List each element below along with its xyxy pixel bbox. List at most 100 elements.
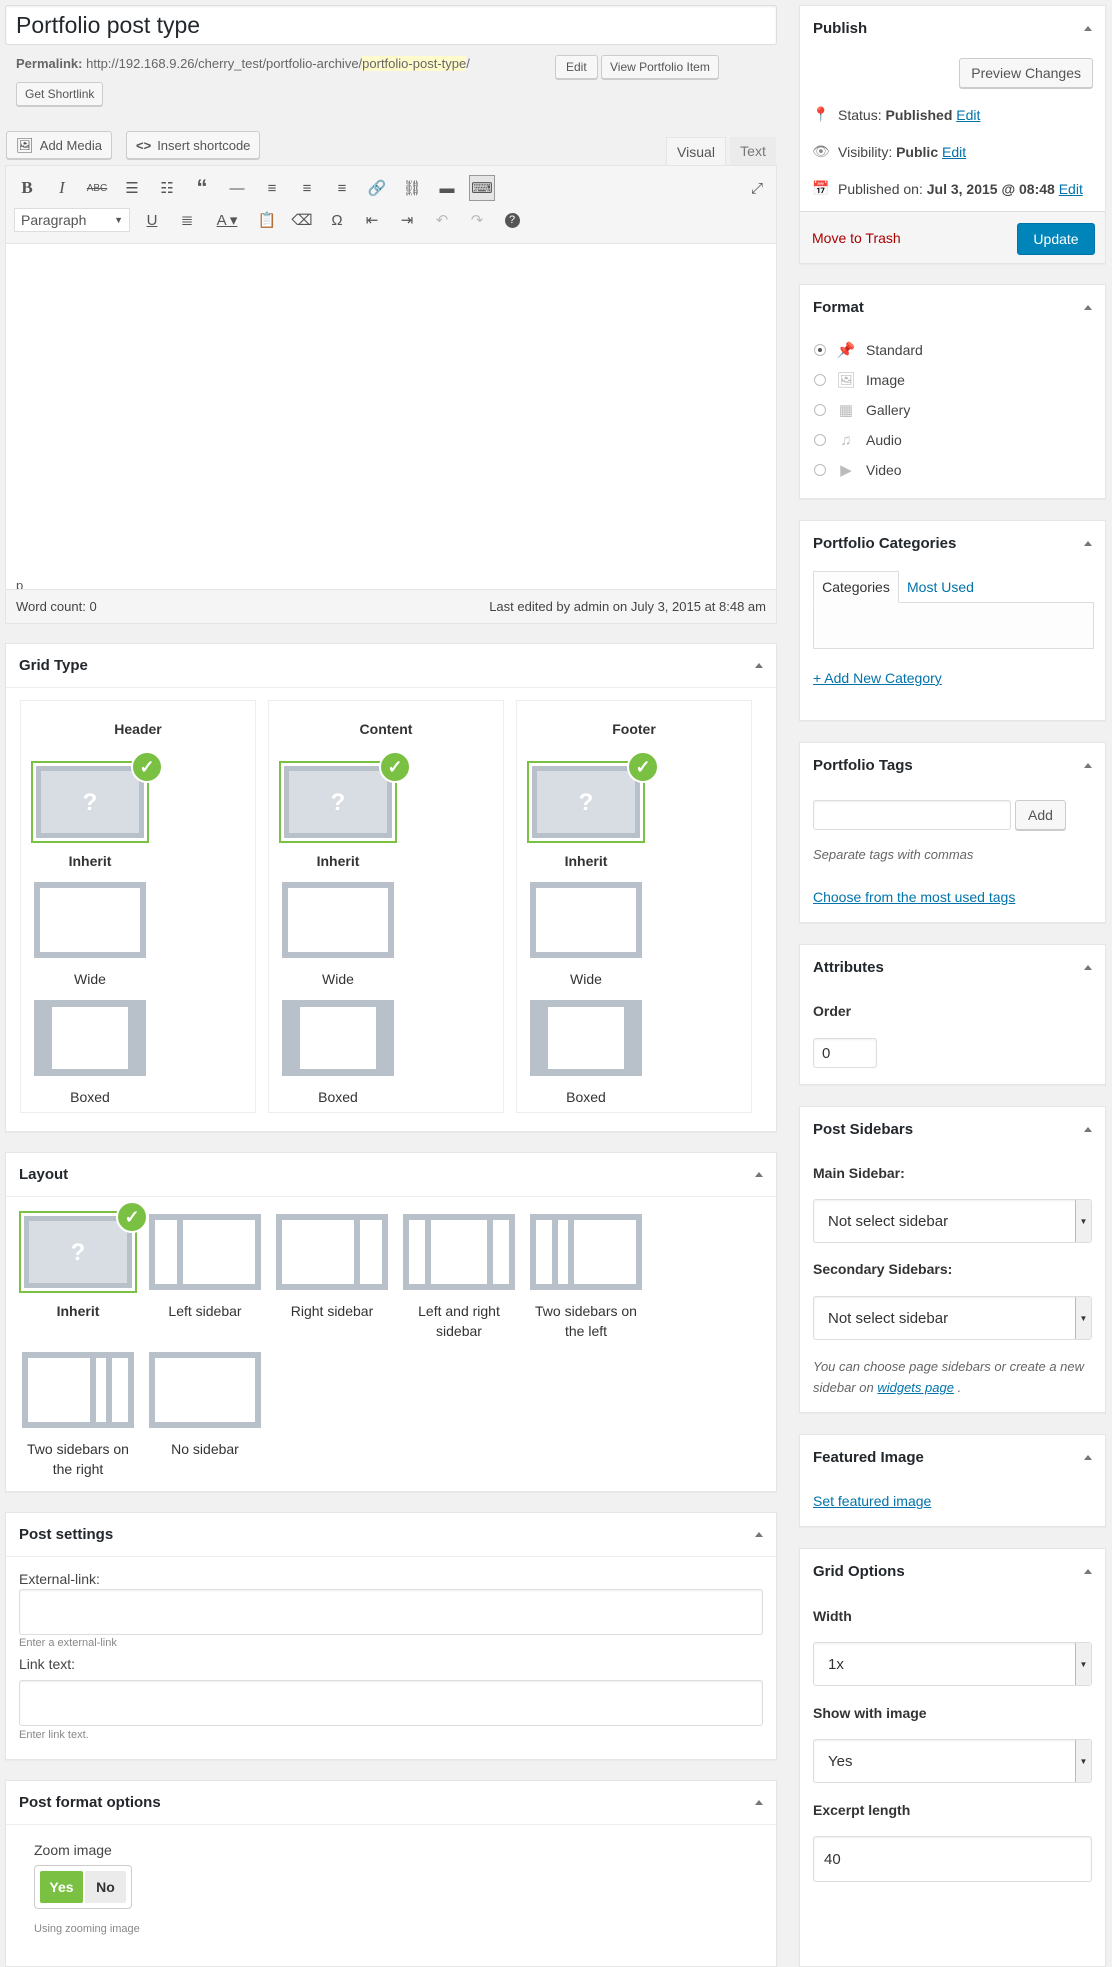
layout-option-tworight[interactable] [19,1349,137,1431]
align-left-icon[interactable]: ≡ [259,175,285,201]
width-select[interactable]: 1x ▼ [813,1642,1092,1686]
zoom-image-switch[interactable]: Yes No [34,1865,132,1909]
link-icon[interactable]: 🔗 [364,175,390,201]
set-featured-image-link[interactable]: Set featured image [813,1493,931,1509]
format-header[interactable]: Format [800,285,1105,329]
toolbar-toggle-icon[interactable]: ⌨ [469,175,495,201]
format-radio[interactable] [814,374,826,386]
fullscreen-icon[interactable]: ⤢ [744,175,770,201]
layout-option-twoleft[interactable] [527,1211,645,1293]
grid-option-boxed[interactable] [527,997,645,1079]
paragraph-select[interactable]: Paragraph ▼ [14,208,130,232]
edit-status-link[interactable]: Edit [956,107,980,123]
collapse-icon[interactable] [755,1532,763,1537]
collapse-icon[interactable] [1084,25,1092,31]
choose-tags-link[interactable]: Choose from the most used tags [813,889,1015,905]
text-color-icon[interactable]: A ▾ [209,207,245,233]
format-radio[interactable] [814,434,826,446]
grid-options-header[interactable]: Grid Options [800,1549,1105,1593]
title-input[interactable]: Portfolio post type [5,5,777,45]
collapse-icon[interactable] [1084,964,1092,970]
grid-option-wide[interactable] [527,879,645,961]
redo-icon[interactable]: ↷ [464,207,490,233]
add-media-button[interactable]: 🖼 Add Media [6,131,112,159]
horizontal-line-icon[interactable]: — [224,175,250,201]
blockquote-icon[interactable]: “ [189,175,215,201]
tab-most-used[interactable]: Most Used [907,579,974,595]
post-settings-header[interactable]: Post settings [6,1513,776,1557]
secondary-sidebar-select[interactable]: Not select sidebar ▼ [813,1296,1092,1340]
order-input[interactable]: 0 [813,1038,877,1068]
grid-type-header[interactable]: Grid Type [6,644,776,688]
format-option-image[interactable]: 🖼 Image [814,365,923,395]
collapse-icon[interactable] [755,1800,763,1805]
format-radio[interactable] [814,344,826,356]
tags-input[interactable] [813,800,1011,830]
insert-shortcode-button[interactable]: <> Insert shortcode [126,131,261,159]
main-sidebar-select[interactable]: Not select sidebar ▼ [813,1199,1092,1243]
tab-visual[interactable]: Visual [666,137,726,165]
format-option-video[interactable]: ▶ Video [814,455,923,485]
edit-date-link[interactable]: Edit [1059,181,1083,197]
undo-icon[interactable]: ↶ [429,207,455,233]
view-portfolio-button[interactable]: View Portfolio Item [601,55,719,79]
link-text-input[interactable] [19,1680,763,1726]
collapse-icon[interactable] [1084,762,1092,768]
collapse-icon[interactable] [1084,1126,1092,1132]
format-radio[interactable] [814,404,826,416]
collapse-icon[interactable] [755,1172,763,1177]
add-new-category-link[interactable]: + Add New Category [813,670,942,686]
strikethrough-icon[interactable]: ABC [84,175,110,201]
align-right-icon[interactable]: ≡ [329,175,355,201]
update-button[interactable]: Update [1017,223,1095,255]
featured-image-header[interactable]: Featured Image [800,1435,1105,1479]
underline-icon[interactable]: U [139,207,165,233]
format-option-audio[interactable]: ♫ Audio [814,425,923,455]
grid-option-wide[interactable] [279,879,397,961]
numbered-list-icon[interactable]: ☷ [154,175,180,201]
help-icon[interactable]: ? [499,207,525,233]
read-more-icon[interactable]: ▬ [434,175,460,201]
permalink-slug[interactable]: portfolio-post-type [362,56,467,71]
collapse-icon[interactable] [755,663,763,668]
bullet-list-icon[interactable]: ☰ [119,175,145,201]
tab-text[interactable]: Text [730,137,776,165]
show-with-image-select[interactable]: Yes ▼ [813,1739,1092,1783]
post-format-options-header[interactable]: Post format options [6,1781,776,1825]
zoom-yes-option[interactable]: Yes [40,1871,83,1903]
layout-option-none[interactable] [146,1349,264,1431]
get-shortlink-button[interactable]: Get Shortlink [16,82,104,106]
permalink-edit-button[interactable]: Edit [555,55,598,79]
attributes-header[interactable]: Attributes [800,945,1105,989]
format-option-gallery[interactable]: ▦ Gallery [814,395,923,425]
clear-formatting-icon[interactable]: ⌫ [289,207,315,233]
tags-header[interactable]: Portfolio Tags [800,743,1105,787]
align-center-icon[interactable]: ≡ [294,175,320,201]
bold-icon[interactable]: B [14,175,40,201]
indent-icon[interactable]: ⇥ [394,207,420,233]
collapse-icon[interactable] [1084,1568,1092,1574]
format-radio[interactable] [814,464,826,476]
layout-option-left[interactable] [146,1211,264,1293]
widgets-page-link[interactable]: widgets page [877,1380,954,1395]
preview-changes-button[interactable]: Preview Changes [959,58,1093,88]
grid-option-boxed[interactable] [279,997,397,1079]
external-link-input[interactable] [19,1589,763,1635]
zoom-no-option[interactable]: No [84,1871,126,1903]
publish-header[interactable]: Publish [800,6,1105,50]
permalink-base[interactable]: http://192.168.9.26/cherry_test/portfoli… [86,56,362,71]
layout-option-leftright[interactable] [400,1211,518,1293]
grid-option-wide[interactable] [31,879,149,961]
layout-header[interactable]: Layout [6,1153,776,1197]
post-sidebars-header[interactable]: Post Sidebars [800,1107,1105,1151]
move-to-trash-link[interactable]: Move to Trash [812,230,901,246]
excerpt-length-input[interactable]: 40 [813,1836,1092,1882]
format-option-standard[interactable]: 📌 Standard [814,335,923,365]
collapse-icon[interactable] [1084,1454,1092,1460]
collapse-icon[interactable] [1084,304,1092,310]
collapse-icon[interactable] [1084,540,1092,546]
paste-text-icon[interactable]: 📋 [254,207,280,233]
unlink-icon[interactable]: ⛓ [399,175,425,201]
add-tag-button[interactable]: Add [1015,800,1066,830]
outdent-icon[interactable]: ⇤ [359,207,385,233]
